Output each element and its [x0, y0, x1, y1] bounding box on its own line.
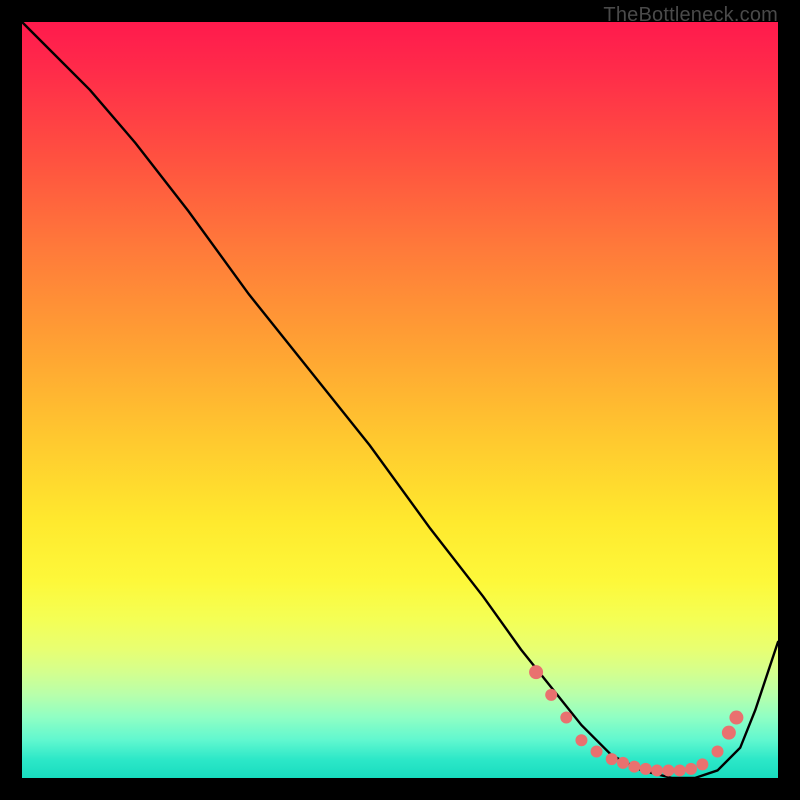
marker-group	[529, 665, 743, 776]
marker-dot	[591, 746, 603, 758]
gradient-plot-area	[22, 22, 778, 778]
attribution-text: TheBottleneck.com	[603, 4, 778, 27]
marker-dot	[575, 734, 587, 746]
marker-dot	[617, 757, 629, 769]
chart-stage: TheBottleneck.com	[0, 0, 800, 800]
marker-dot	[628, 761, 640, 773]
chart-svg	[22, 22, 778, 778]
marker-dot	[606, 753, 618, 765]
marker-dot	[696, 758, 708, 770]
marker-dot	[651, 764, 663, 776]
marker-dot	[662, 764, 674, 776]
marker-dot	[560, 712, 572, 724]
marker-dot	[529, 665, 543, 679]
marker-dot	[685, 763, 697, 775]
marker-dot	[640, 763, 652, 775]
marker-dot	[545, 689, 557, 701]
marker-dot	[674, 764, 686, 776]
marker-dot	[729, 711, 743, 725]
curve-line	[22, 22, 778, 778]
marker-dot	[722, 726, 736, 740]
marker-dot	[712, 746, 724, 758]
